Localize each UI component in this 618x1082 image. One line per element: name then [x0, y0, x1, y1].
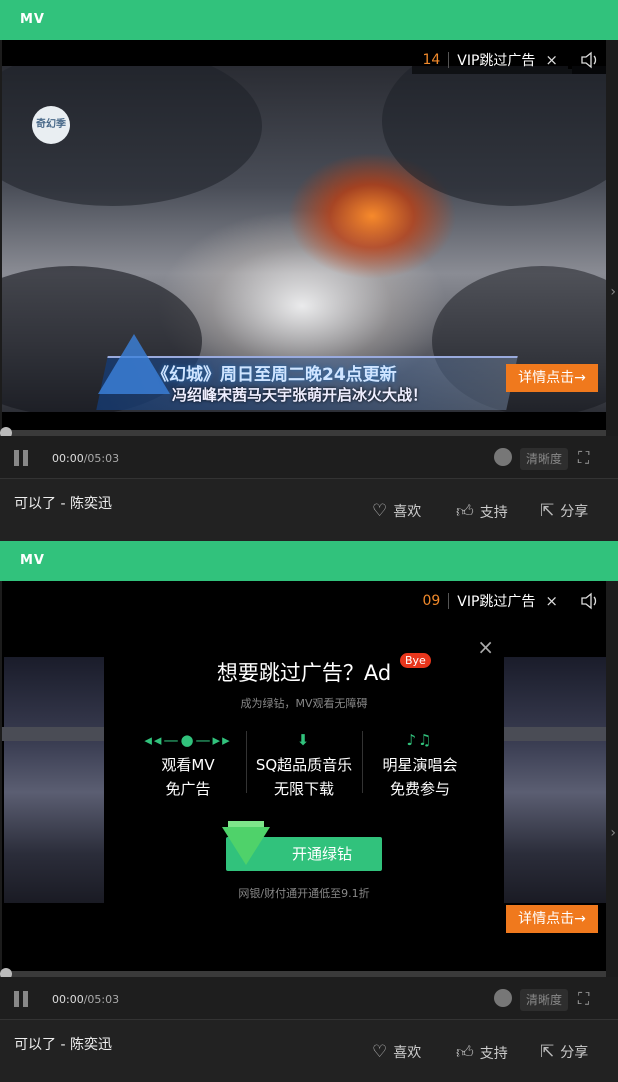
video-player[interactable]: 奇幻季 《幻城》周日至周二晚24点更新 冯绍峰宋茜马天宇张萌开启冰火大战！ 14…	[2, 40, 606, 430]
arrow-right-icon: →	[574, 911, 586, 927]
fullscreen-icon[interactable]: ⛶	[578, 989, 589, 1009]
current-time: 00:00	[52, 452, 84, 465]
mv-panel-2: MV 09 VIP跳过广告 × × 想要跳过广告？Ad Bye 成为绿钻，MV观…	[0, 541, 618, 1082]
video-frame: 奇幻季 《幻城》周日至周二晚24点更新 冯绍峰宋茜马天宇张萌开启冰火大战！	[2, 66, 606, 412]
bye-badge: Bye	[400, 653, 431, 668]
thumbs-up-icon: 👍︎	[456, 1043, 474, 1063]
header-title: MV	[20, 12, 45, 27]
discount-note: 网银/财付通开通低至9.1折	[238, 887, 370, 900]
like-button[interactable]: ♡ 喜欢	[372, 501, 421, 521]
time-display: 00:00/05:03	[52, 993, 119, 1006]
detail-button[interactable]: 详情点击→	[506, 905, 598, 933]
channel-logo: 奇幻季	[32, 106, 70, 144]
panel-header: MV	[0, 0, 618, 40]
mv-panel-1: MV 奇幻季 《幻城》周日至周二晚24点更新 冯绍峰宋茜马天宇张萌开启冰火大战！…	[0, 0, 618, 541]
ad-countdown: 14 VIP跳过广告 ×	[412, 46, 606, 74]
detail-button[interactable]: 详情点击→	[506, 364, 598, 392]
detail-label: 详情点击	[518, 911, 575, 927]
sound-icon[interactable]	[572, 587, 606, 615]
fullscreen-icon[interactable]: ⛶	[578, 448, 589, 468]
modal-title: 想要跳过广告？Ad	[216, 661, 392, 685]
total-time: /05:03	[83, 993, 120, 1006]
player-controls: 00:00/05:03 清晰度 ⛶	[0, 977, 618, 1020]
arrow-right-icon: →	[574, 370, 586, 386]
feature-ad-free: ◂◂—●—▸▸ 观看MV 免广告	[128, 731, 248, 801]
share-button[interactable]: ⇱ 分享	[540, 501, 588, 521]
share-button[interactable]: ⇱ 分享	[540, 1042, 588, 1062]
concert-icon: ♪♫	[406, 731, 434, 749]
song-info-bar: 可以了 - 陈奕迅 ♡ 喜欢 👍︎ 支持 ⇱ 分享	[0, 479, 618, 541]
panel-header: MV	[0, 541, 618, 581]
player-controls: 00:00/05:03 清晰度 ⛶	[0, 436, 618, 479]
heart-icon: ♡	[372, 501, 388, 521]
chevron-right-icon[interactable]: ›	[610, 825, 616, 841]
feature-sq-download: ⬇ SQ超品质音乐 无限下载	[244, 731, 364, 801]
skip-ad-modal: × 想要跳过广告？Ad Bye 成为绿钻，MV观看无障碍 ◂◂—●—▸▸ 观看M…	[104, 631, 504, 903]
vip-skip-ad-link[interactable]: VIP跳过广告	[449, 50, 543, 70]
thumbs-up-icon: 👍︎	[456, 502, 474, 522]
close-icon[interactable]: ×	[543, 592, 572, 610]
share-icon: ⇱	[540, 501, 555, 521]
support-button[interactable]: 👍︎ 支持	[456, 1042, 508, 1063]
heart-icon: ♡	[372, 1042, 388, 1062]
song-title[interactable]: 可以了 - 陈奕迅	[14, 1034, 112, 1054]
countdown-seconds: 14	[412, 52, 450, 68]
share-icon: ⇱	[540, 1042, 555, 1062]
banner-line-2: 冯绍峰宋茜马天宇张萌开启冰火大战！	[172, 386, 428, 404]
close-icon[interactable]: ×	[477, 635, 494, 659]
quality-button[interactable]: 清晰度	[520, 448, 568, 470]
header-title: MV	[20, 553, 45, 568]
total-time: /05:03	[83, 452, 120, 465]
volume-icon[interactable]	[494, 448, 512, 466]
download-icon: ⬇	[296, 731, 312, 749]
volume-icon[interactable]	[494, 989, 512, 1007]
like-button[interactable]: ♡ 喜欢	[372, 1042, 421, 1062]
quality-button[interactable]: 清晰度	[520, 989, 568, 1011]
sound-icon[interactable]	[572, 46, 606, 74]
video-player[interactable]: 09 VIP跳过广告 × × 想要跳过广告？Ad Bye 成为绿钻，MV观看无障…	[2, 581, 606, 971]
song-title[interactable]: 可以了 - 陈奕迅	[14, 493, 112, 513]
fast-forward-icon: ◂◂—●—▸▸	[144, 731, 232, 749]
pause-icon[interactable]	[14, 991, 30, 1007]
feature-concert: ♪♫ 明星演唱会 免费参与	[360, 731, 480, 801]
detail-label: 详情点击	[518, 370, 575, 386]
current-time: 00:00	[52, 993, 84, 1006]
support-button[interactable]: 👍︎ 支持	[456, 501, 508, 522]
chevron-right-icon[interactable]: ›	[610, 284, 616, 300]
ad-countdown: 09 VIP跳过广告 ×	[412, 587, 606, 615]
modal-subtitle: 成为绿钻，MV观看无障碍	[240, 697, 368, 710]
vip-skip-ad-link[interactable]: VIP跳过广告	[449, 591, 543, 611]
banner-line-1: 《幻城》周日至周二晚24点更新	[152, 365, 397, 385]
close-icon[interactable]: ×	[543, 51, 572, 69]
countdown-seconds: 09	[412, 593, 450, 609]
pause-icon[interactable]	[14, 450, 30, 466]
song-info-bar: 可以了 - 陈奕迅 ♡ 喜欢 👍︎ 支持 ⇱ 分享	[0, 1020, 618, 1082]
time-display: 00:00/05:03	[52, 452, 119, 465]
